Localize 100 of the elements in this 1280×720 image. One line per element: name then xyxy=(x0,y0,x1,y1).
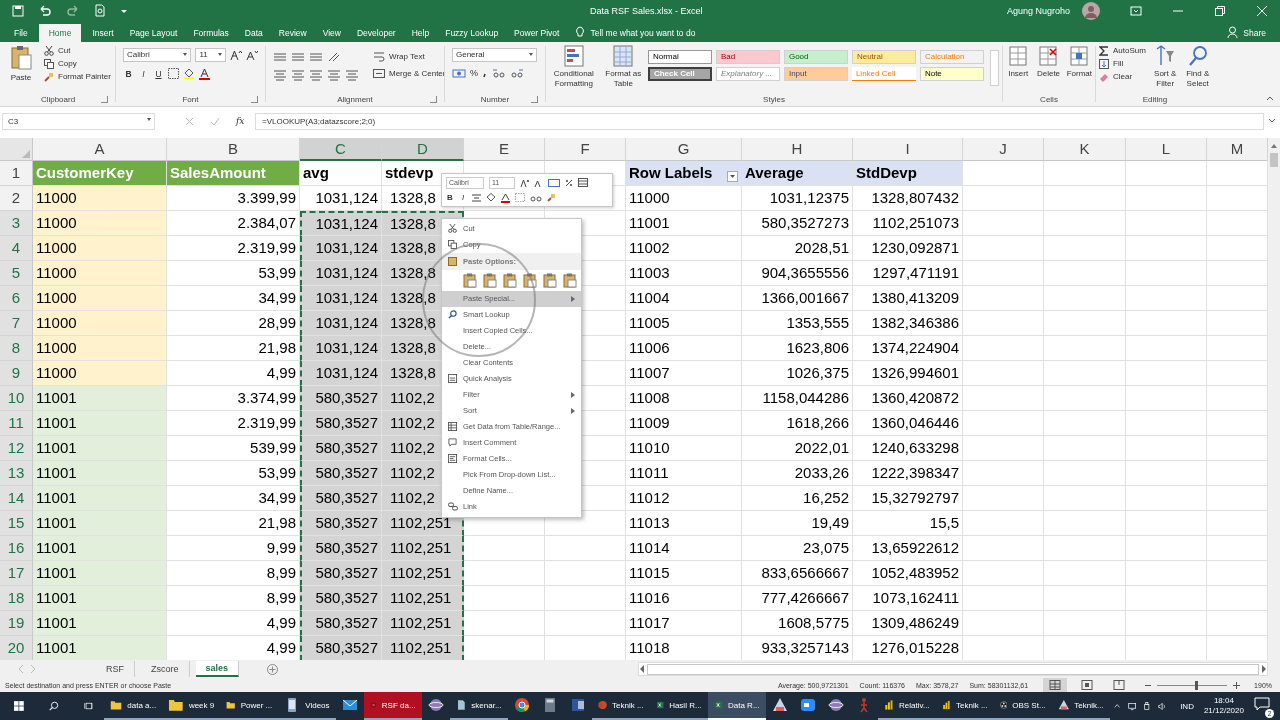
cells-button[interactable]: Insert xyxy=(1008,68,1029,79)
taskbar-button[interactable]: data a... xyxy=(104,692,163,720)
gallery-scrollbar[interactable] xyxy=(989,49,999,86)
dialog-launcher-icon[interactable] xyxy=(430,95,437,103)
taskbar-button[interactable]: RSF da... xyxy=(363,692,422,720)
format-cells-icon[interactable] xyxy=(1069,44,1090,67)
insert-cells-icon[interactable] xyxy=(1008,44,1029,67)
row-header[interactable]: 14 xyxy=(0,485,33,511)
conditional-formatting-icon[interactable] xyxy=(563,44,584,67)
clock-time[interactable]: 18:04 xyxy=(1213,696,1234,706)
font-name-field[interactable]: Calibri xyxy=(123,47,192,62)
row-header[interactable]: 5 xyxy=(0,260,33,286)
bold-button[interactable]: B xyxy=(446,193,454,203)
taskbar-button[interactable]: skenar... xyxy=(449,692,508,720)
row-header[interactable]: 1 xyxy=(0,160,33,186)
check-icon[interactable] xyxy=(210,116,220,126)
column-header[interactable]: L xyxy=(1126,137,1207,161)
bold-button[interactable]: B xyxy=(123,68,134,79)
column-header[interactable]: D xyxy=(382,137,464,161)
row-header[interactable]: 2 xyxy=(0,185,33,211)
clipboard-icon[interactable] xyxy=(10,44,32,71)
clipboard-button[interactable]: Copy xyxy=(58,59,77,69)
avatar-icon[interactable] xyxy=(1082,2,1100,20)
taskbar-button[interactable]: Videos xyxy=(278,692,336,720)
restore-icon[interactable] xyxy=(1214,6,1226,16)
paste-option-icon[interactable] xyxy=(543,272,557,288)
row-header[interactable]: 11 xyxy=(0,410,33,436)
column-header[interactable]: A xyxy=(33,137,167,161)
cells-button[interactable]: Format xyxy=(1066,68,1092,79)
horizontal-scrollbar[interactable] xyxy=(638,662,1268,677)
font-color-icon[interactable] xyxy=(501,192,510,203)
row-header[interactable]: 19 xyxy=(0,610,33,636)
paste-button[interactable]: Paste xyxy=(10,72,32,83)
editing-button[interactable]: AutoSum xyxy=(1113,46,1146,56)
column-header[interactable]: G xyxy=(626,137,742,161)
borders-icon[interactable] xyxy=(168,68,179,80)
ribbon-tab[interactable]: Home xyxy=(38,23,82,42)
row-header[interactable]: 7 xyxy=(0,310,33,336)
ribbon-tab[interactable]: Data xyxy=(236,23,271,42)
table-icon[interactable] xyxy=(578,178,588,188)
row-header[interactable]: 8 xyxy=(0,335,33,361)
scroll-thumb[interactable] xyxy=(1270,152,1278,167)
undo-icon[interactable] xyxy=(38,5,52,17)
taskbar-button[interactable]: Relativ... xyxy=(877,692,936,720)
scroll-right-icon[interactable] xyxy=(1261,665,1267,674)
fill-color-icon[interactable] xyxy=(183,68,195,80)
brush-icon[interactable] xyxy=(547,193,556,203)
underline-button[interactable]: U xyxy=(153,68,164,79)
shrink-font-icon[interactable] xyxy=(534,178,543,187)
scroll-left-icon[interactable] xyxy=(639,665,645,674)
ribbon-display-icon[interactable] xyxy=(1130,6,1142,16)
column-header[interactable]: F xyxy=(545,137,626,161)
row-header[interactable]: 9 xyxy=(0,360,33,386)
decrease-decimal-icon[interactable] xyxy=(510,67,524,79)
share-button[interactable]: Share xyxy=(1238,23,1280,42)
filter-dropdown-icon[interactable] xyxy=(727,170,738,182)
align-center-icon[interactable] xyxy=(472,193,481,202)
redo-icon[interactable] xyxy=(66,5,80,17)
input-language[interactable]: IND xyxy=(1180,701,1194,711)
row-header[interactable]: 16 xyxy=(0,535,33,561)
save-icon[interactable] xyxy=(12,5,24,17)
ribbon-tab[interactable]: Insert xyxy=(84,23,122,42)
close-icon[interactable] xyxy=(1256,6,1268,16)
vertical-scrollbar[interactable] xyxy=(1268,137,1280,661)
cell-style-button[interactable]: Note xyxy=(919,66,984,81)
taskbar-button[interactable]: Teknik... xyxy=(1051,692,1110,720)
sheet-tab[interactable]: RSF xyxy=(96,661,135,678)
collapse-ribbon-icon[interactable] xyxy=(1266,94,1274,101)
column-header[interactable]: M xyxy=(1207,137,1268,161)
normal-view-icon[interactable] xyxy=(1043,678,1068,692)
zoom-in-icon[interactable] xyxy=(1233,681,1241,689)
shrink-font-icon[interactable] xyxy=(246,49,258,60)
taskbar-button[interactable]: Data R... xyxy=(707,692,766,720)
row-header[interactable]: 18 xyxy=(0,585,33,611)
windows-start-icon[interactable] xyxy=(14,699,24,713)
cell-style-button[interactable]: Input xyxy=(783,66,848,81)
row-header[interactable]: 10 xyxy=(0,385,33,411)
ribbon-tab[interactable]: View xyxy=(314,23,349,42)
cells-button[interactable]: Delete xyxy=(1036,68,1061,79)
number-format-field[interactable]: General xyxy=(452,47,537,62)
currency-icon[interactable] xyxy=(452,67,466,79)
paste-option-icon[interactable] xyxy=(463,272,477,288)
sheet-tab[interactable]: Zscore xyxy=(141,661,190,678)
row-header[interactable]: 15 xyxy=(0,510,33,536)
row-header[interactable]: 3 xyxy=(0,210,33,236)
insert-function-button[interactable]: fx xyxy=(236,116,245,127)
clock-date[interactable]: 21/12/2020 xyxy=(1203,706,1244,716)
print-preview-icon[interactable] xyxy=(94,4,106,18)
paste-option-icon[interactable] xyxy=(563,272,577,288)
italic-button[interactable]: I xyxy=(138,68,149,79)
font-size-field[interactable]: 11 xyxy=(195,47,227,62)
taskbar-button[interactable]: Teknik ... xyxy=(591,692,650,720)
speaker-icon[interactable] xyxy=(1157,700,1167,712)
taskbar-button[interactable]: Teknik ... xyxy=(935,692,994,720)
notification-icon[interactable] xyxy=(1253,697,1270,711)
cell-style-button[interactable]: Bad xyxy=(715,49,780,64)
clipboard-button[interactable]: Cut xyxy=(58,46,71,56)
column-header[interactable]: K xyxy=(1044,137,1126,161)
row-header[interactable]: 4 xyxy=(0,235,33,261)
ribbon-tab[interactable]: Developer xyxy=(348,23,404,42)
